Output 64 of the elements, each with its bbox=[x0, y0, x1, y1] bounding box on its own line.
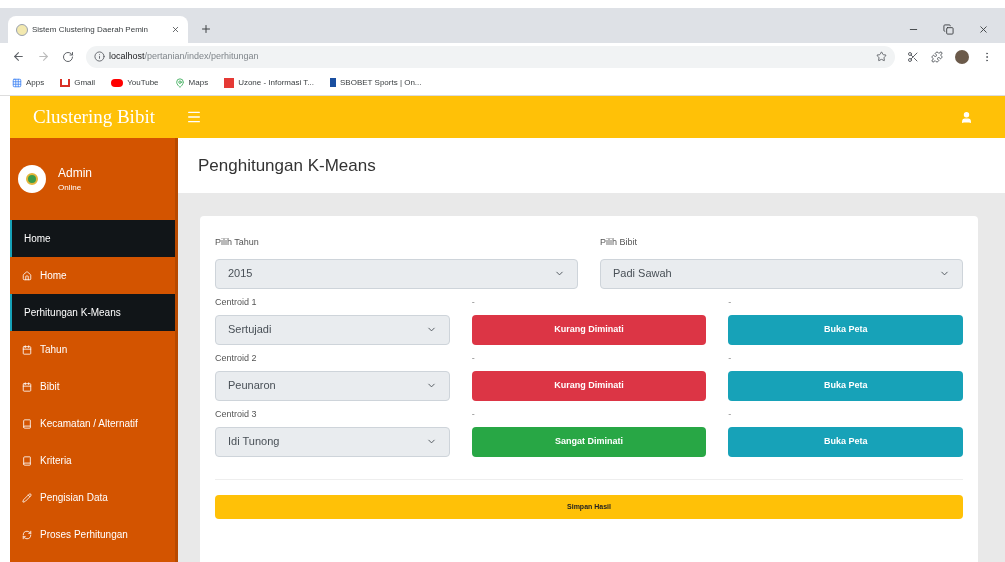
bookmark[interactable]: Gmail bbox=[60, 76, 96, 89]
map-note: - bbox=[728, 407, 733, 421]
sidebar-item[interactable]: Proses Perhitungan bbox=[10, 516, 175, 553]
reload-icon[interactable] bbox=[62, 50, 74, 63]
bookmark[interactable]: YouTube bbox=[111, 76, 159, 89]
select-field[interactable]: Padi Sawah bbox=[600, 258, 963, 289]
field-label: Centroid 2 bbox=[215, 351, 258, 365]
user-name: Admin bbox=[58, 165, 92, 182]
map-note: - bbox=[728, 295, 733, 309]
map-pin-icon bbox=[174, 77, 185, 88]
sidebar-item[interactable]: Home bbox=[10, 257, 175, 294]
square-icon bbox=[224, 77, 235, 88]
bookmark[interactable]: Uzone - Informasi T... bbox=[224, 76, 314, 89]
field-label: Centroid 3 bbox=[215, 407, 258, 421]
bookmark[interactable]: SBOBET Sports | On... bbox=[330, 76, 422, 89]
bookmark[interactable]: Apps bbox=[12, 76, 45, 89]
scissors-icon[interactable] bbox=[907, 50, 919, 63]
pencil-icon bbox=[22, 492, 32, 503]
sidebar-header: Perhitungan K-Means bbox=[10, 294, 175, 331]
browser-tab[interactable]: Sistem Clustering Daerah Pemin bbox=[8, 16, 188, 43]
sidebar-item[interactable]: Tahun bbox=[10, 331, 175, 368]
field-label: Centroid 1 bbox=[215, 295, 258, 309]
calendar-icon bbox=[22, 381, 32, 392]
book-icon bbox=[22, 455, 32, 466]
close-icon[interactable] bbox=[171, 25, 180, 34]
home-icon bbox=[22, 270, 32, 281]
play-icon bbox=[111, 78, 124, 87]
restore-icon[interactable] bbox=[943, 24, 954, 35]
profile-avatar[interactable] bbox=[955, 49, 969, 64]
back-icon[interactable] bbox=[12, 50, 25, 63]
address-bar[interactable]: localhost/pertanian/index/perhitungan bbox=[86, 45, 895, 68]
tab-title: Sistem Clustering Daerah Pemin bbox=[32, 23, 150, 36]
field-label: Pilih Bibit bbox=[600, 236, 638, 249]
new-tab-icon[interactable] bbox=[200, 23, 212, 35]
result-note: - bbox=[471, 351, 476, 365]
result-note: - bbox=[471, 407, 476, 421]
flag-icon bbox=[330, 78, 336, 87]
select-field[interactable]: Sertujadi bbox=[215, 314, 450, 345]
user-status: Online bbox=[58, 182, 83, 194]
calendar-icon bbox=[22, 344, 32, 355]
sidebar-item[interactable]: Bibit bbox=[10, 368, 175, 405]
close-icon[interactable] bbox=[978, 24, 989, 35]
favicon-icon bbox=[16, 23, 28, 36]
page-title: Penghitungan K-Means bbox=[198, 154, 376, 177]
grid-icon bbox=[12, 77, 22, 88]
star-icon[interactable] bbox=[876, 51, 887, 62]
field-label: Pilih Tahun bbox=[215, 236, 260, 249]
book-icon bbox=[22, 418, 32, 429]
sidebar-item[interactable]: Pengisian Data bbox=[10, 479, 175, 516]
puzzle-icon[interactable] bbox=[931, 50, 943, 63]
bookmark[interactable]: Maps bbox=[174, 76, 209, 89]
sidebar-item[interactable]: Kecamatan / Alternatif bbox=[10, 405, 175, 442]
map-note: - bbox=[728, 351, 733, 365]
sidebar-item[interactable]: Kriteria bbox=[10, 442, 175, 479]
user-avatar bbox=[18, 165, 46, 193]
select-field[interactable]: Idi Tunong bbox=[215, 426, 450, 457]
sidebar-header: Home bbox=[10, 220, 175, 257]
select-field[interactable]: 2015 bbox=[215, 258, 578, 289]
result-button[interactable]: Kurang Diminati bbox=[471, 370, 707, 401]
result-note: - bbox=[471, 295, 476, 309]
result-button[interactable]: Kurang Diminati bbox=[471, 314, 707, 345]
info-icon bbox=[94, 51, 105, 62]
select-field[interactable]: Peunaron bbox=[215, 370, 450, 401]
refresh-icon bbox=[22, 529, 32, 540]
